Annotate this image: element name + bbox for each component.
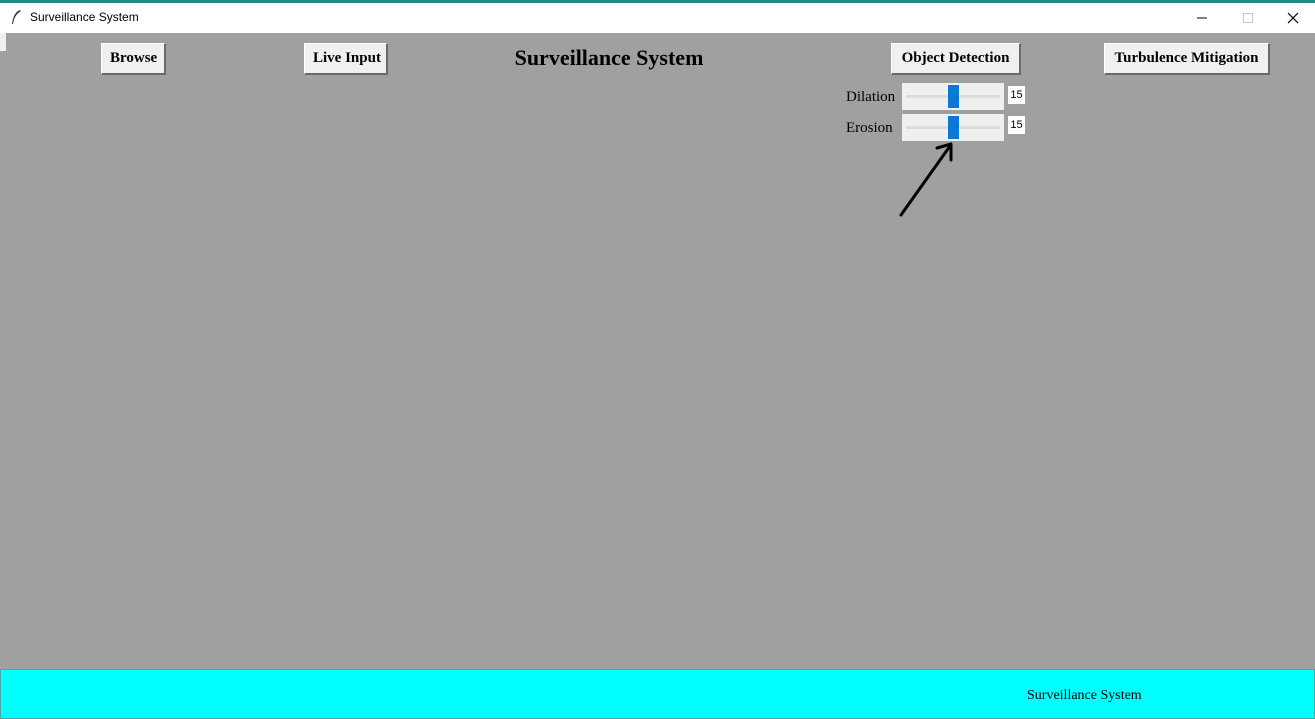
- maximize-icon: [1243, 13, 1253, 23]
- page-title: Surveillance System: [514, 45, 704, 70]
- status-text: Surveillance System: [1027, 688, 1142, 703]
- feather-icon: [10, 9, 22, 25]
- slider-thumb[interactable]: [948, 85, 959, 108]
- erosion-label: Erosion: [846, 120, 893, 136]
- title-bar: Surveillance System: [0, 0, 1315, 33]
- erosion-value: 15: [1008, 116, 1025, 134]
- maximize-button[interactable]: [1225, 3, 1271, 33]
- object-detection-button[interactable]: Object Detection: [891, 43, 1021, 75]
- close-button[interactable]: [1270, 3, 1315, 33]
- dilation-label: Dilation: [846, 89, 896, 105]
- minimize-button[interactable]: [1179, 3, 1225, 33]
- arrow-icon: [899, 142, 953, 217]
- dilation-slider[interactable]: [902, 83, 1004, 110]
- close-icon: [1287, 12, 1299, 24]
- dilation-value: 15: [1008, 86, 1025, 104]
- edge-marker: [0, 33, 6, 51]
- status-bar: Surveillance System: [0, 669, 1315, 719]
- minimize-icon: [1197, 17, 1207, 19]
- browse-button[interactable]: Browse: [101, 43, 166, 75]
- window-title: Surveillance System: [30, 10, 139, 24]
- main-canvas: Browse Live Input Surveillance System Ob…: [0, 33, 1315, 669]
- turbulence-mitigation-button[interactable]: Turbulence Mitigation: [1104, 43, 1270, 75]
- slider-thumb[interactable]: [948, 116, 959, 139]
- live-input-button[interactable]: Live Input: [304, 43, 388, 75]
- erosion-slider[interactable]: [902, 114, 1004, 141]
